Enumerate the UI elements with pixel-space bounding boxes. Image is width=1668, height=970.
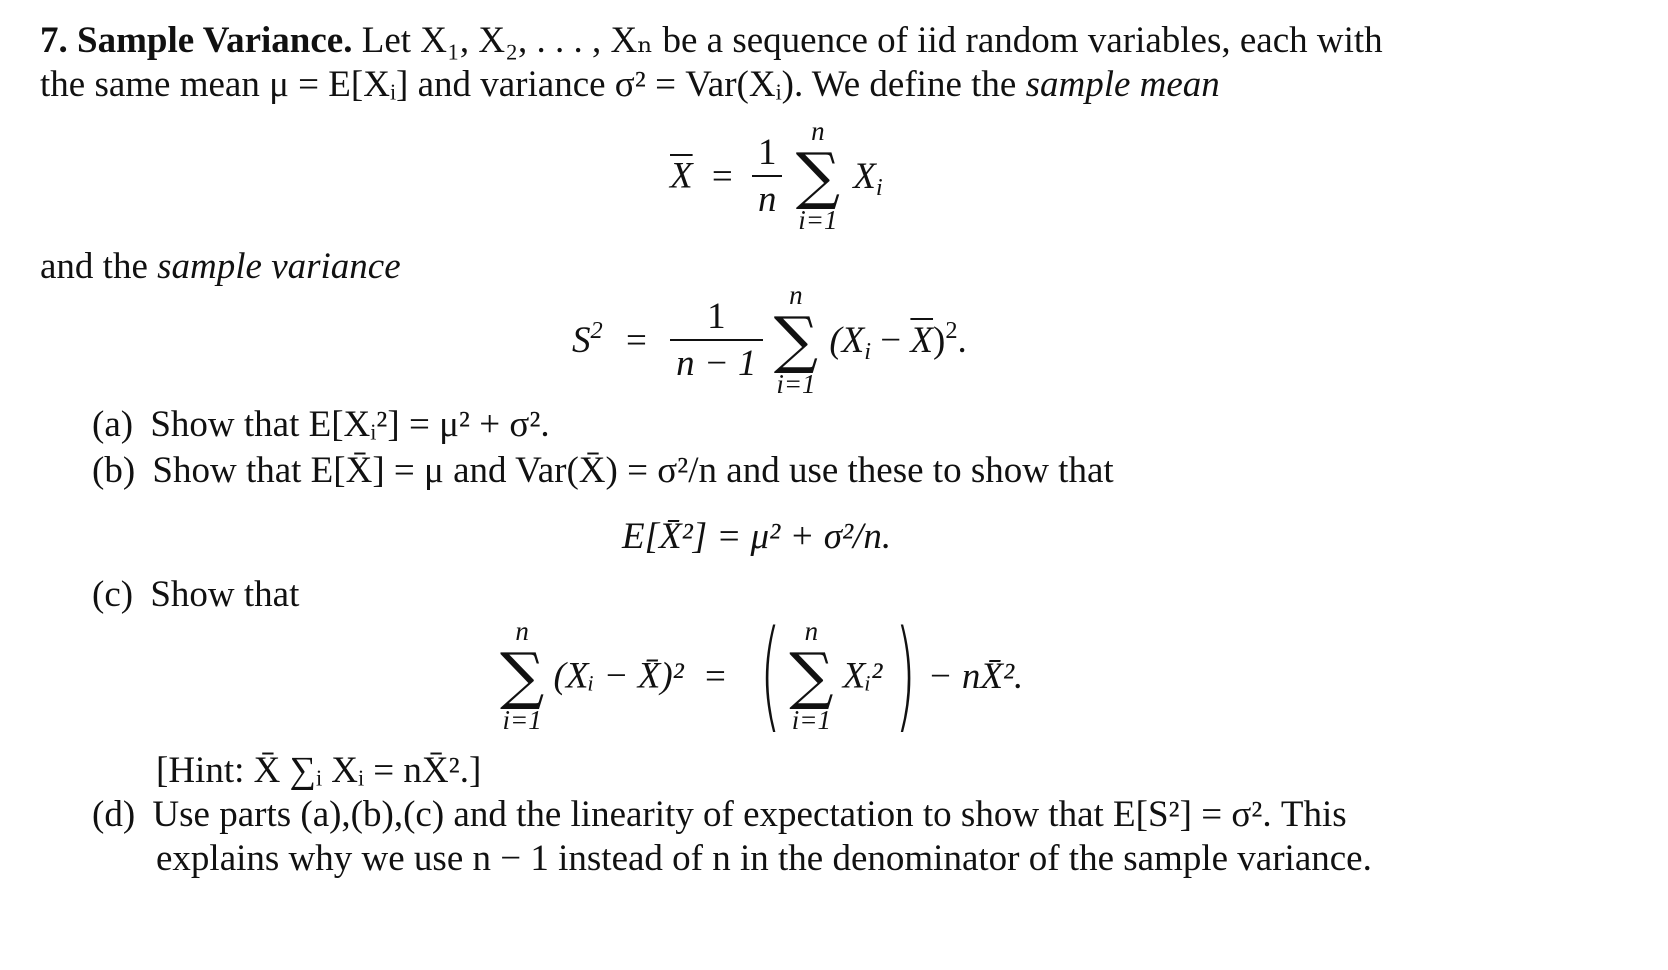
part-d-line2: explains why we use n − 1 instead of n i… [156, 838, 1372, 879]
left-paren-icon: ( [760, 606, 782, 745]
equals-sign: = [705, 655, 726, 697]
sample-variance-intro: and the sample variance [40, 248, 401, 285]
fraction: 1 n − 1 [670, 296, 763, 384]
sample-variance-equation: S2 = 1 n − 1 n ∑ i=1 (Xi − X)2. [572, 282, 967, 398]
part-text-line1: Use parts (a),(b),(c) and the linearity … [152, 794, 1347, 835]
part-d: (d) Use parts (a),(b),(c) and the linear… [92, 796, 1347, 833]
part-c: (c) Show that [92, 576, 299, 613]
sigma-icon: ∑ [773, 303, 819, 376]
problem-heading-line: 7. Sample Variance. Let X₁, X₂, . . . , … [40, 22, 1383, 59]
hint: [Hint: X̄ ∑ᵢ Xᵢ = nX̄².] [156, 750, 482, 791]
part-b-display-equation: E[X̄²] = μ² + σ²/n. [622, 516, 892, 557]
fraction-numerator: 1 [707, 296, 726, 337]
sum-lower-limit: i=1 [798, 205, 838, 235]
part-label: (b) [92, 450, 136, 491]
inner-summation: n ∑ i=1 [789, 618, 833, 734]
equals-sign: = [711, 155, 733, 197]
inner-term: Xᵢ² [842, 655, 883, 697]
term-sample-variance: sample variance [157, 246, 401, 287]
summation: n ∑ i=1 [774, 282, 818, 398]
s-squared: S2 [572, 317, 603, 361]
fraction-numerator: 1 [757, 132, 777, 173]
intro-text-line2: the same mean μ = E[Xᵢ] and variance σ² … [40, 64, 1017, 105]
sigma-icon: ∑ [789, 639, 834, 712]
part-b: (b) Show that E[X̄] = μ and Var(X̄) = σ²… [92, 452, 1114, 489]
part-text: Show that E[Xᵢ²] = μ² + σ². [150, 404, 550, 445]
summation: n ∑ i=1 [500, 618, 544, 734]
sum-term: Xi [853, 155, 883, 202]
part-text: Show that [150, 574, 300, 615]
rhs-tail: − nX̄². [927, 655, 1024, 697]
intro-text-line1: Let X₁, X₂, . . . , Xₙ be a sequence of … [361, 20, 1383, 61]
problem-title: Sample Variance. [77, 20, 353, 61]
lhs-term: (Xᵢ − X̄)² [553, 655, 684, 697]
part-text: Show that E[X̄] = μ and Var(X̄) = σ²/n a… [152, 450, 1114, 491]
right-paren-icon: ) [894, 606, 916, 745]
term-sample-mean: sample mean [1025, 64, 1220, 105]
sum-term: (Xi − X)2. [829, 317, 967, 366]
problem-number: 7. [40, 20, 68, 61]
intro-line2: the same mean μ = E[Xᵢ] and variance σ² … [40, 66, 1220, 103]
part-a: (a) Show that E[Xᵢ²] = μ² + σ². [92, 406, 550, 443]
sigma-icon: ∑ [500, 639, 545, 712]
fraction-denominator: n [757, 179, 777, 220]
fraction-denominator: n − 1 [676, 343, 757, 384]
fraction: 1 n [751, 132, 783, 220]
part-label: (a) [92, 404, 134, 445]
sigma-icon: ∑ [795, 139, 840, 212]
equals-sign: = [625, 319, 647, 361]
sum-lower-limit: i=1 [776, 369, 816, 399]
part-c-display-equation: n ∑ i=1 (Xᵢ − X̄)² = ( n ∑ i=1 Xᵢ² ) − n… [500, 616, 1023, 736]
sample-mean-equation: X = 1 n n ∑ i=1 Xi [670, 118, 883, 234]
summation: n ∑ i=1 [796, 118, 840, 234]
sum-lower-limit: i=1 [502, 705, 542, 735]
sum-lower-limit: i=1 [791, 705, 831, 735]
part-label: (c) [92, 574, 134, 615]
part-label: (d) [92, 794, 136, 835]
xbar-symbol: X [670, 155, 693, 197]
and-the-text: and the [40, 246, 148, 287]
